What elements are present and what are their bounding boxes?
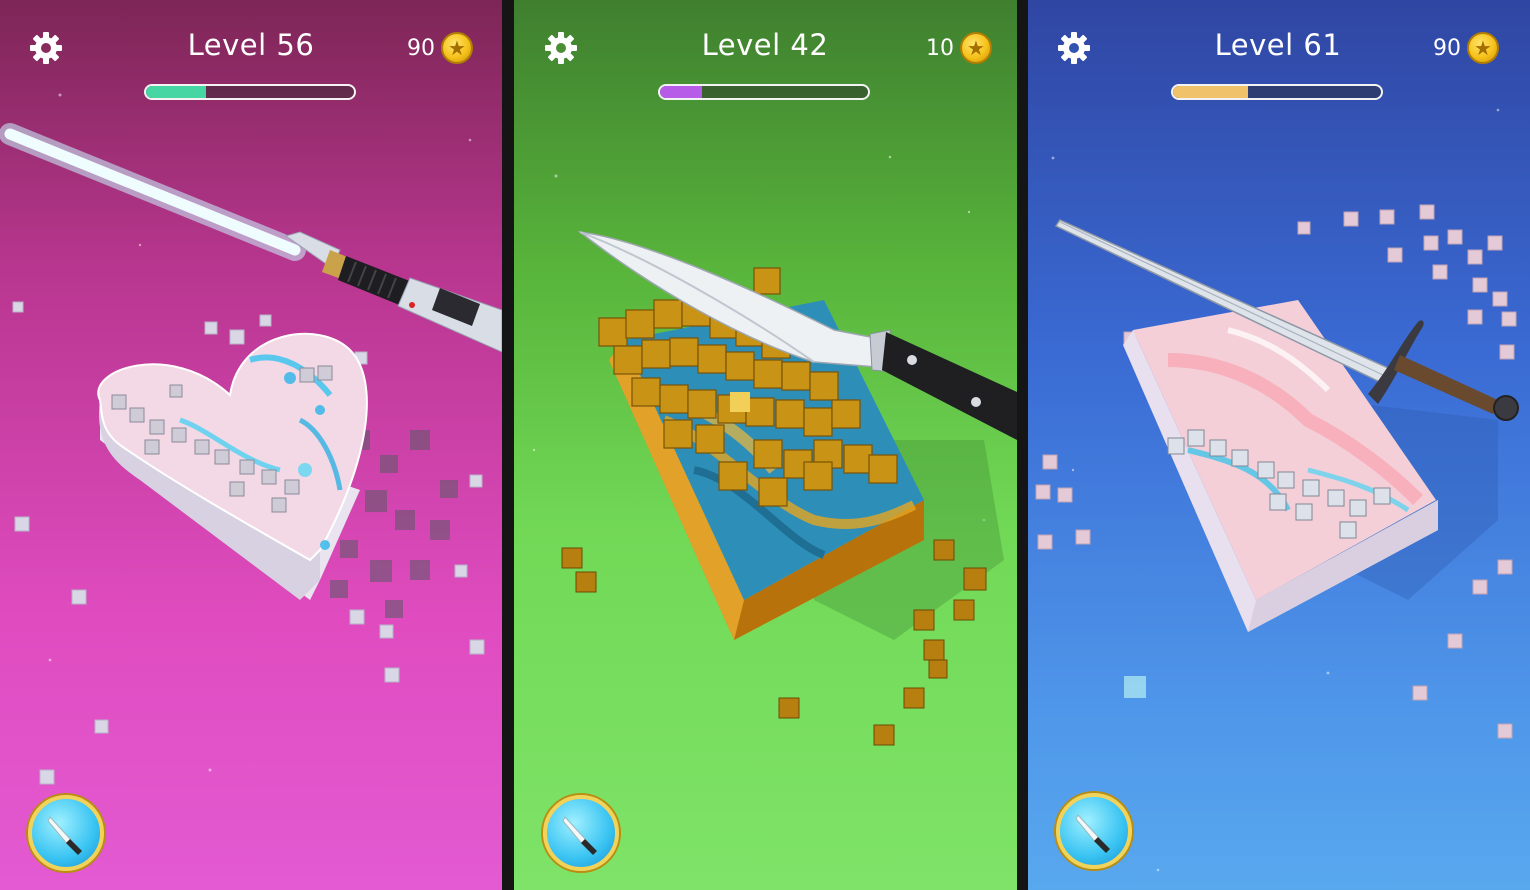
level-label: Level 61 [1214,28,1342,62]
game-panel-3: Level 61 90 ★ [1028,0,1530,890]
game-panel-2: Level 42 10 ★ [514,0,1017,890]
coin-counter: 90 ★ [1433,30,1499,66]
level-label: Level 42 [701,28,829,62]
level-progress-bar [1171,84,1383,100]
knife-select-button[interactable] [543,795,619,871]
coin-counter: 10 ★ [926,30,992,66]
star-coin-icon: ★ [960,32,992,64]
settings-gear-icon[interactable] [1056,30,1092,66]
level-progress-fill [660,86,702,98]
knife-icon [47,816,82,855]
level-progress-bar [144,84,356,100]
level-label: Level 56 [187,28,315,62]
coin-count: 90 [1433,35,1461,61]
settings-gear-icon[interactable] [543,30,579,66]
level-progress-fill [146,86,207,98]
game-scene-heart [0,93,502,785]
game-panel-1: Level 56 90 ★ [0,0,502,890]
coin-counter: 90 ★ [407,30,473,66]
knife-icon [1075,814,1110,853]
game-scene-wood-slab [532,155,1017,746]
knife-icon [562,816,597,855]
game-scene-marble-slab [1035,108,1519,872]
knife-select-button[interactable] [28,795,104,871]
settings-gear-icon[interactable] [28,30,64,66]
star-coin-icon: ★ [441,32,473,64]
knife-select-button[interactable] [1056,793,1132,869]
coin-count: 10 [926,35,954,61]
level-progress-fill [1173,86,1248,98]
coin-count: 90 [407,35,435,61]
level-progress-bar [658,84,870,100]
star-coin-icon: ★ [1467,32,1499,64]
